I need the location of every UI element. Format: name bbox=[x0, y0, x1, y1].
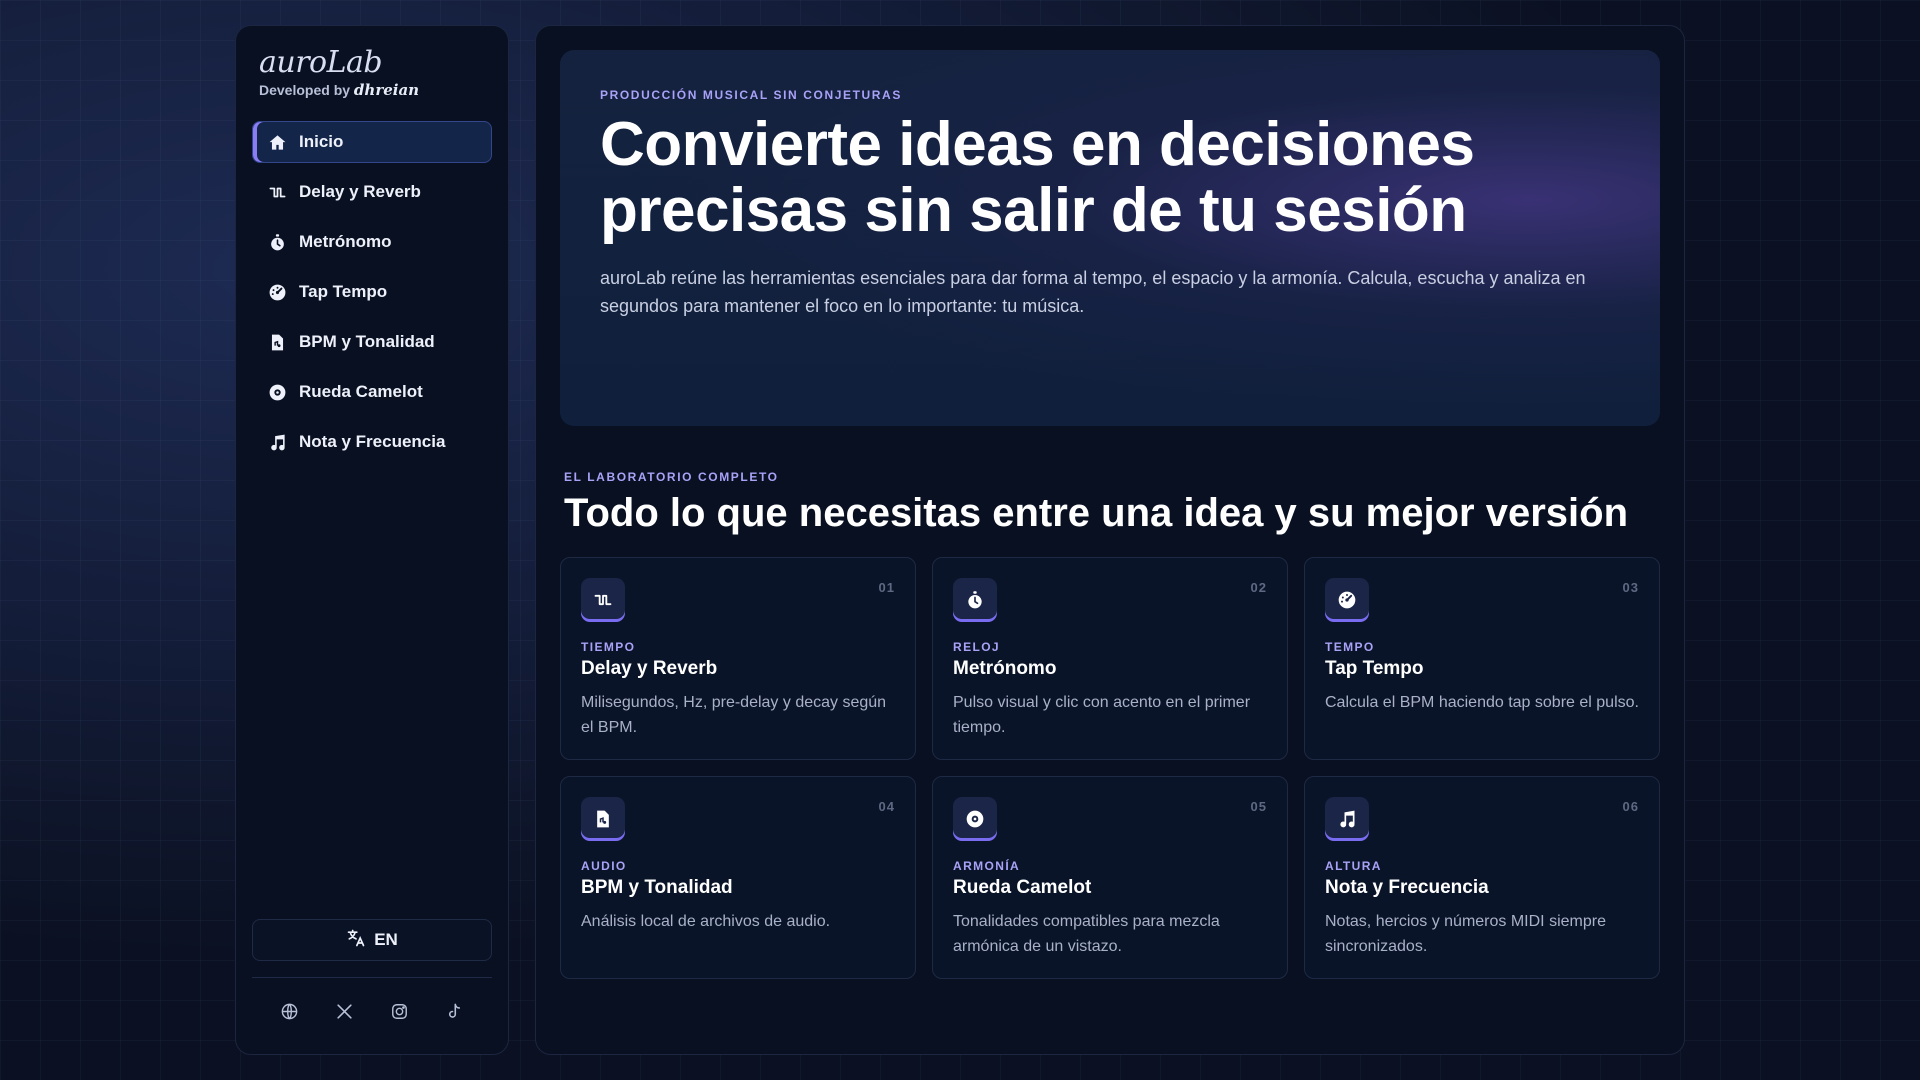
sidebar: auroLab Developed by dhreian Inicio Dela… bbox=[235, 25, 509, 1055]
card-description: Calcula el BPM haciendo tap sobre el pul… bbox=[1325, 694, 1639, 711]
home-icon bbox=[267, 132, 287, 152]
card-description: Milisegundos, Hz, pre-delay y decay segú… bbox=[581, 694, 887, 736]
developer-signature: dhreian bbox=[353, 81, 420, 99]
card-tag: RELOJ bbox=[953, 640, 1001, 654]
disc-icon bbox=[267, 382, 287, 402]
card-number: 03 bbox=[1622, 580, 1639, 595]
sidebar-nav: Inicio Delay y Reverb Metrónomo Tap Temp… bbox=[252, 121, 492, 463]
developer-credit: Developed by dhreian bbox=[259, 81, 485, 99]
sidebar-item-label: Nota y Frecuencia bbox=[299, 432, 446, 451]
card-title: Metrónomo bbox=[953, 658, 1057, 679]
card-title: Delay y Reverb bbox=[581, 658, 718, 679]
sidebar-divider bbox=[252, 977, 492, 978]
card-tag: ALTURA bbox=[1325, 859, 1382, 873]
x-icon[interactable] bbox=[332, 998, 358, 1024]
card-tag: AUDIO bbox=[581, 859, 627, 873]
sidebar-item-inicio[interactable]: Inicio bbox=[252, 121, 492, 163]
sidebar-item-rueda-camelot[interactable]: Rueda Camelot bbox=[252, 371, 492, 413]
waveform-icon bbox=[267, 182, 287, 202]
feature-card-metronomo[interactable]: 02 RELOJ Metrónomo Pulso visual y clic c… bbox=[932, 557, 1288, 760]
hero-banner: PRODUCCIÓN MUSICAL SIN CONJETURAS Convie… bbox=[560, 50, 1660, 426]
gauge-icon bbox=[267, 282, 287, 302]
card-title: Rueda Camelot bbox=[953, 877, 1092, 898]
brand-logo[interactable]: auroLab bbox=[259, 46, 485, 79]
main-content: PRODUCCIÓN MUSICAL SIN CONJETURAS Convie… bbox=[535, 25, 1685, 1055]
features-eyebrow: EL LABORATORIO COMPLETO bbox=[564, 470, 779, 484]
card-tag: ARMONÍA bbox=[953, 859, 1021, 873]
gauge-icon bbox=[1325, 578, 1369, 622]
language-toggle-button[interactable]: EN bbox=[252, 919, 492, 961]
feature-card-rueda-camelot[interactable]: 05 ARMONÍA Rueda Camelot Tonalidades com… bbox=[932, 776, 1288, 979]
sidebar-item-label: Rueda Camelot bbox=[299, 382, 423, 401]
features-section: EL LABORATORIO COMPLETO Todo lo que nece… bbox=[560, 470, 1660, 979]
sidebar-item-nota-frecuencia[interactable]: Nota y Frecuencia bbox=[252, 421, 492, 463]
sidebar-item-label: Metrónomo bbox=[299, 232, 392, 251]
sidebar-item-metronomo[interactable]: Metrónomo bbox=[252, 221, 492, 263]
sidebar-item-tap-tempo[interactable]: Tap Tempo bbox=[252, 271, 492, 313]
brand: auroLab Developed by dhreian bbox=[252, 46, 492, 99]
translate-icon bbox=[346, 928, 366, 953]
music-note-icon bbox=[267, 432, 287, 452]
sidebar-item-label: Inicio bbox=[299, 132, 344, 151]
card-title: BPM y Tonalidad bbox=[581, 877, 733, 898]
feature-card-bpm-tonalidad[interactable]: 04 AUDIO BPM y Tonalidad Análisis local … bbox=[560, 776, 916, 979]
tiktok-icon[interactable] bbox=[442, 998, 468, 1024]
card-description: Tonalidades compatibles para mezcla armó… bbox=[953, 913, 1220, 955]
feature-card-delay-reverb[interactable]: 01 TIEMPO Delay y Reverb Milisegundos, H… bbox=[560, 557, 916, 760]
features-grid: 01 TIEMPO Delay y Reverb Milisegundos, H… bbox=[560, 557, 1660, 979]
card-tag: TEMPO bbox=[1325, 640, 1375, 654]
sidebar-item-delay-reverb[interactable]: Delay y Reverb bbox=[252, 171, 492, 213]
globe-icon[interactable] bbox=[277, 998, 303, 1024]
features-title: Todo lo que necesitas entre una idea y s… bbox=[564, 491, 1629, 535]
card-number: 02 bbox=[1250, 580, 1267, 595]
stopwatch-icon bbox=[953, 578, 997, 622]
sidebar-item-label: BPM y Tonalidad bbox=[299, 332, 435, 351]
card-number: 04 bbox=[878, 799, 895, 814]
sidebar-item-label: Tap Tempo bbox=[299, 282, 388, 301]
language-label: EN bbox=[374, 930, 398, 949]
hero-title: Convierte ideas en decisiones precisas s… bbox=[600, 110, 1475, 245]
developed-by-label: Developed by bbox=[259, 82, 351, 98]
sidebar-item-label: Delay y Reverb bbox=[299, 182, 421, 201]
card-description: Notas, hercios y números MIDI siempre si… bbox=[1325, 913, 1606, 955]
card-title: Nota y Frecuencia bbox=[1325, 877, 1489, 898]
card-description: Pulso visual y clic con acento en el pri… bbox=[953, 694, 1251, 736]
stopwatch-icon bbox=[267, 232, 287, 252]
sidebar-item-bpm-tonalidad[interactable]: BPM y Tonalidad bbox=[252, 321, 492, 363]
card-tag: TIEMPO bbox=[581, 640, 636, 654]
music-note-icon bbox=[1325, 797, 1369, 841]
instagram-icon[interactable] bbox=[387, 998, 413, 1024]
feature-card-nota-frecuencia[interactable]: 06 ALTURA Nota y Frecuencia Notas, herci… bbox=[1304, 776, 1660, 979]
card-title: Tap Tempo bbox=[1325, 658, 1424, 679]
disc-icon bbox=[953, 797, 997, 841]
audio-file-icon bbox=[267, 332, 287, 352]
social-links bbox=[252, 998, 492, 1034]
card-number: 05 bbox=[1250, 799, 1267, 814]
hero-description: auroLab reúne las herramientas esenciale… bbox=[600, 268, 1586, 316]
waveform-icon bbox=[581, 578, 625, 622]
audio-file-icon bbox=[581, 797, 625, 841]
feature-card-tap-tempo[interactable]: 03 TEMPO Tap Tempo Calcula el BPM hacien… bbox=[1304, 557, 1660, 760]
hero-eyebrow: PRODUCCIÓN MUSICAL SIN CONJETURAS bbox=[600, 88, 902, 102]
card-description: Análisis local de archivos de audio. bbox=[581, 913, 831, 930]
card-number: 01 bbox=[878, 580, 895, 595]
card-number: 06 bbox=[1622, 799, 1639, 814]
